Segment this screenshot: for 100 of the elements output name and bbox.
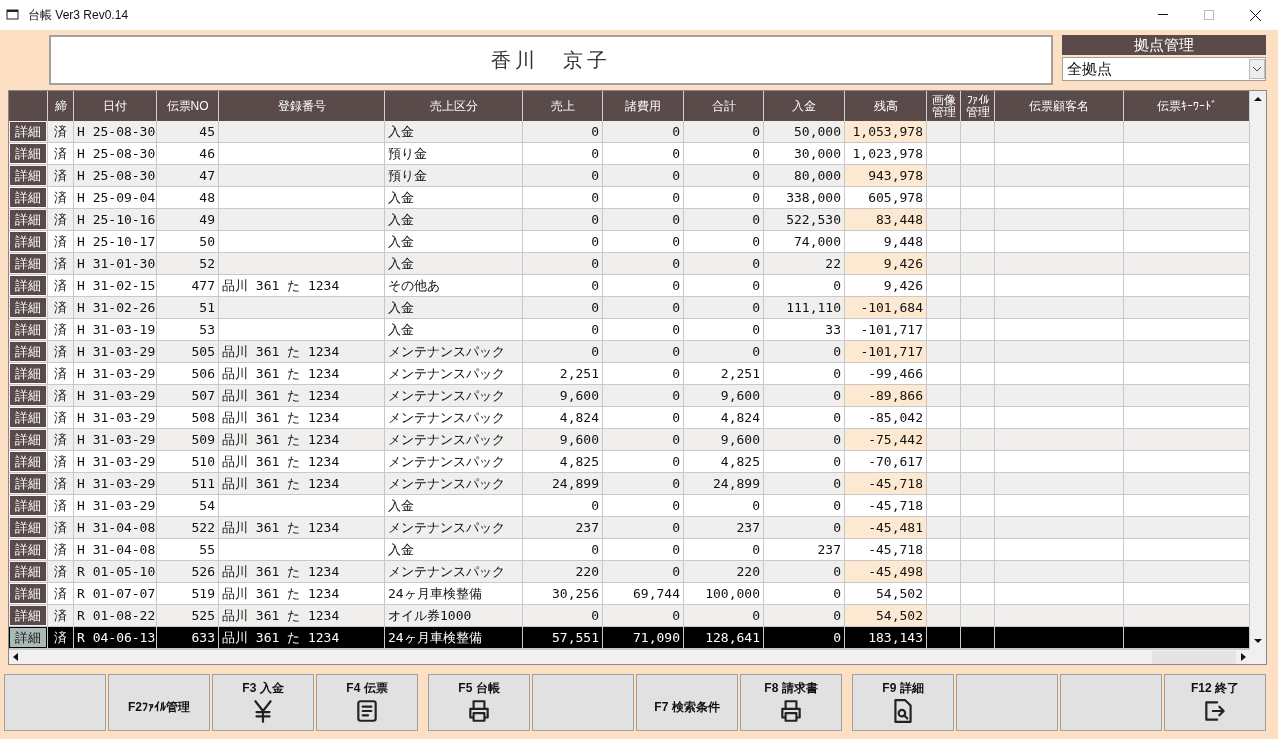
detail-button[interactable]: 詳細 bbox=[10, 386, 46, 405]
table-cell: 74,000 bbox=[764, 231, 845, 252]
table-row[interactable]: 詳細 済 H 31-04-08 522 品川 361 た 1234 メンテナンスパック 237 0 237 0 -45,481 bbox=[9, 517, 1250, 539]
table-cell: 0 bbox=[603, 539, 684, 560]
horizontal-scrollbar[interactable] bbox=[9, 649, 1250, 664]
table-cell: H 31-03-29 bbox=[74, 495, 157, 516]
table-cell: 0 bbox=[523, 121, 603, 142]
table-row[interactable]: 詳細 済 H 31-03-29 506 品川 361 た 1234 メンテナンスパック 2,251 0 2,251 0 -99,466 bbox=[9, 363, 1250, 385]
table-row[interactable]: 詳細 済 H 31-03-29 505 品川 361 た 1234 メンテナンスパック 0 0 0 0 -101,717 bbox=[9, 341, 1250, 363]
table-row[interactable]: 詳細 済 H 25-10-16 49 入金 0 0 0 522,530 83,448 bbox=[9, 209, 1250, 231]
function-key[interactable]: F3 入金 bbox=[212, 674, 314, 731]
detail-button[interactable]: 詳細 bbox=[10, 298, 46, 317]
window-title: 台帳 Ver3 Rev0.14 bbox=[28, 7, 129, 24]
table-cell: H 31-03-19 bbox=[74, 319, 157, 340]
table-row[interactable]: 詳細 済 H 31-03-29 510 品川 361 た 1234 メンテナンスパック 4,825 0 4,825 0 -70,617 bbox=[9, 451, 1250, 473]
detail-button[interactable]: 詳細 bbox=[10, 276, 46, 295]
detail-button[interactable]: 詳細 bbox=[10, 342, 46, 361]
table-cell: 83,448 bbox=[845, 209, 927, 230]
table-cell: 預り金 bbox=[385, 165, 523, 186]
table-cell: H 25-08-30 bbox=[74, 165, 157, 186]
detail-button[interactable]: 詳細 bbox=[10, 474, 46, 493]
table-row[interactable]: 詳細 済 H 25-10-17 50 入金 0 0 0 74,000 9,448 bbox=[9, 231, 1250, 253]
table-cell: 0 bbox=[684, 319, 764, 340]
detail-button[interactable]: 詳細 bbox=[10, 188, 46, 207]
table-row[interactable]: 詳細 済 H 31-02-15 477 品川 361 た 1234 その他あ 0 0 0 0 9,426 bbox=[9, 275, 1250, 297]
function-key[interactable]: F12 終了 bbox=[1164, 674, 1266, 731]
column-header: 締 bbox=[48, 91, 74, 121]
detail-button[interactable]: 詳細 bbox=[10, 122, 46, 141]
table-row[interactable]: 詳細 済 H 31-02-26 51 入金 0 0 0 111,110 -101,684 bbox=[9, 297, 1250, 319]
table-cell: 24ヶ月車検整備 bbox=[385, 583, 523, 604]
table-cell: 済 bbox=[48, 451, 74, 472]
table-cell: 済 bbox=[48, 363, 74, 384]
column-header: 画像管理 bbox=[927, 91, 961, 121]
table-row[interactable]: 詳細 済 R 01-07-07 519 品川 361 た 1234 24ヶ月車検整備 30,256 69,744 100,000 0 54,502 bbox=[9, 583, 1250, 605]
table-row[interactable]: 詳細 済 R 01-08-22 525 品川 361 た 1234 オイル券1000 0 0 0 0 54,502 bbox=[9, 605, 1250, 627]
table-cell: -45,718 bbox=[845, 539, 927, 560]
table-cell: 505 bbox=[157, 341, 219, 362]
table-row[interactable]: 詳細 済 H 25-09-04 48 入金 0 0 0 338,000 605,978 bbox=[9, 187, 1250, 209]
table-cell: 0 bbox=[764, 495, 845, 516]
detail-button[interactable]: 詳細 bbox=[10, 232, 46, 251]
table-cell: 0 bbox=[603, 561, 684, 582]
detail-button[interactable]: 詳細 bbox=[10, 562, 46, 581]
detail-button[interactable]: 詳細 bbox=[10, 540, 46, 559]
table-cell: 0 bbox=[684, 495, 764, 516]
detail-button[interactable]: 詳細 bbox=[10, 518, 46, 537]
table-row[interactable]: 詳細 済 H 31-01-30 52 入金 0 0 0 22 9,426 bbox=[9, 253, 1250, 275]
function-key[interactable]: F9 詳細 bbox=[852, 674, 954, 731]
table-row[interactable]: 詳細 済 H 31-03-19 53 入金 0 0 0 33 -101,717 bbox=[9, 319, 1250, 341]
table-cell: 30,000 bbox=[764, 143, 845, 164]
function-key[interactable] bbox=[1060, 674, 1162, 731]
table-cell: R 01-07-07 bbox=[74, 583, 157, 604]
detail-button[interactable]: 詳細 bbox=[10, 210, 46, 229]
table-row[interactable]: 詳細 済 H 25-08-30 46 預り金 0 0 0 30,000 1,023,978 bbox=[9, 143, 1250, 165]
function-key[interactable] bbox=[4, 674, 106, 731]
detail-button[interactable]: 詳細 bbox=[10, 628, 46, 647]
function-key[interactable]: F2ﾌｧｲﾙ管理 bbox=[108, 674, 210, 731]
table-row[interactable]: 詳細 済 H 31-03-29 508 品川 361 た 1234 メンテナンスパック 4,824 0 4,824 0 -85,042 bbox=[9, 407, 1250, 429]
function-key[interactable] bbox=[956, 674, 1058, 731]
table-cell: メンテナンスパック bbox=[385, 473, 523, 494]
table-cell: 0 bbox=[603, 451, 684, 472]
table-row[interactable]: 詳細 済 H 25-08-30 47 預り金 0 0 0 80,000 943,978 bbox=[9, 165, 1250, 187]
detail-button[interactable]: 詳細 bbox=[10, 496, 46, 515]
detail-button[interactable]: 詳細 bbox=[10, 144, 46, 163]
detail-button[interactable]: 詳細 bbox=[10, 364, 46, 383]
detail-button[interactable]: 詳細 bbox=[10, 584, 46, 603]
table-cell: -101,717 bbox=[845, 341, 927, 362]
function-key[interactable]: F5 台帳 bbox=[428, 674, 530, 731]
detail-button[interactable]: 詳細 bbox=[10, 408, 46, 427]
function-key[interactable]: F7 検索条件 bbox=[636, 674, 738, 731]
detail-button[interactable]: 詳細 bbox=[10, 430, 46, 449]
table-row[interactable]: 詳細 済 H 31-03-29 54 入金 0 0 0 0 -45,718 bbox=[9, 495, 1250, 517]
function-key[interactable] bbox=[532, 674, 634, 731]
table-row[interactable]: 詳細 済 H 31-03-29 507 品川 361 た 1234 メンテナンスパック 9,600 0 9,600 0 -89,866 bbox=[9, 385, 1250, 407]
table-cell: H 25-10-17 bbox=[74, 231, 157, 252]
table-cell: H 31-03-29 bbox=[74, 341, 157, 362]
table-row[interactable]: 詳細 済 H 31-03-29 509 品川 361 た 1234 メンテナンスパック 9,600 0 9,600 0 -75,442 bbox=[9, 429, 1250, 451]
function-key[interactable]: F8 請求書 bbox=[740, 674, 842, 731]
function-key[interactable]: F4 伝票 bbox=[316, 674, 418, 731]
table-cell: R 04-06-13 bbox=[74, 627, 157, 648]
table-row[interactable]: 詳細 済 H 31-03-29 511 品川 361 た 1234 メンテナンスパック 24,899 0 24,899 0 -45,718 bbox=[9, 473, 1250, 495]
detail-button[interactable]: 詳細 bbox=[10, 606, 46, 625]
detail-button[interactable]: 詳細 bbox=[10, 452, 46, 471]
detail-button[interactable]: 詳細 bbox=[10, 166, 46, 185]
location-dropdown[interactable]: 全拠点 bbox=[1062, 57, 1266, 81]
table-row[interactable]: 詳細 済 R 04-06-13 633 品川 361 た 1234 24ヶ月車検整備 57,551 71,090 128,641 0 183,143 bbox=[9, 627, 1250, 649]
scrollbar-thumb[interactable] bbox=[1152, 650, 1236, 664]
table-row[interactable]: 詳細 済 R 01-05-10 526 品川 361 た 1234 メンテナンスパック 220 0 220 0 -45,498 bbox=[9, 561, 1250, 583]
table-cell: -70,617 bbox=[845, 451, 927, 472]
table-cell: 52 bbox=[157, 253, 219, 274]
table-row[interactable]: 詳細 済 H 31-04-08 55 入金 0 0 0 237 -45,718 bbox=[9, 539, 1250, 561]
table-cell: メンテナンスパック bbox=[385, 561, 523, 582]
table-row[interactable]: 詳細 済 H 25-08-30 45 入金 0 0 0 50,000 1,053,978 bbox=[9, 121, 1250, 143]
table-cell: メンテナンスパック bbox=[385, 517, 523, 538]
table-cell: 54 bbox=[157, 495, 219, 516]
table-cell: 605,978 bbox=[845, 187, 927, 208]
table-cell: メンテナンスパック bbox=[385, 363, 523, 384]
detail-button[interactable]: 詳細 bbox=[10, 254, 46, 273]
detail-button[interactable]: 詳細 bbox=[10, 320, 46, 339]
table-cell: メンテナンスパック bbox=[385, 451, 523, 472]
column-header: 合計 bbox=[684, 91, 764, 121]
